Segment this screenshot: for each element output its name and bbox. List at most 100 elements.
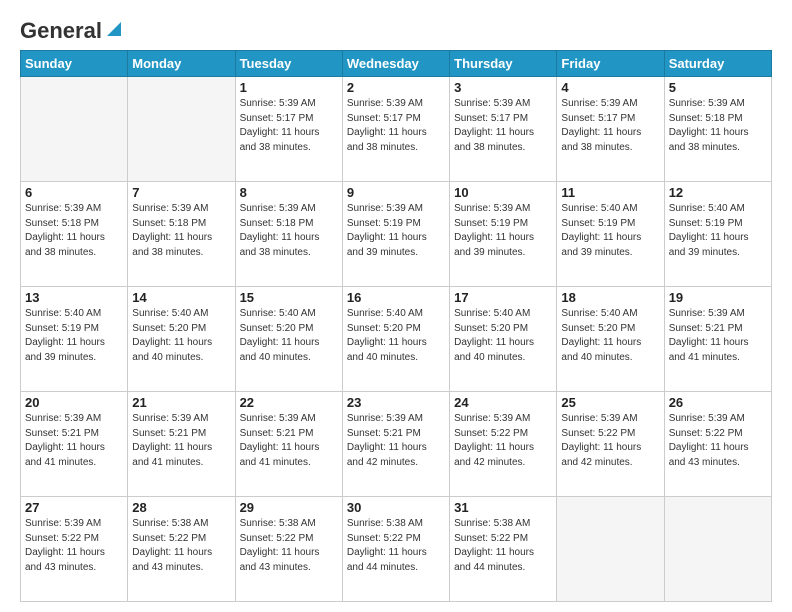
day-of-week-header: Friday — [557, 51, 664, 77]
day-number: 2 — [347, 80, 445, 95]
day-number: 15 — [240, 290, 338, 305]
day-number: 5 — [669, 80, 767, 95]
calendar-cell: 7Sunrise: 5:39 AM Sunset: 5:18 PM Daylig… — [128, 182, 235, 287]
day-of-week-header: Thursday — [450, 51, 557, 77]
day-info: Sunrise: 5:39 AM Sunset: 5:17 PM Dayligh… — [561, 97, 659, 155]
day-number: 3 — [454, 80, 552, 95]
calendar-cell: 12 Sunrise: 5:40 AM Sunset: 5:19 PM Dayli… — [664, 182, 771, 287]
day-number: 26 — [669, 395, 767, 410]
calendar-cell: 16Sunrise: 5:40 AM Sunset: 5:20 PM Dayli… — [342, 287, 449, 392]
day-number: 1 — [240, 80, 338, 95]
calendar-cell: 3Sunrise: 5:39 AM Sunset: 5:17 PM Daylig… — [450, 77, 557, 182]
calendar-cell: 29 Sunrise: 5:38 AM Sunset: 5:22 PM Dayli… — [235, 497, 342, 602]
calendar-cell: 20 Sunrise: 5:39 AM Sunset: 5:21 PM Dayli… — [21, 392, 128, 497]
day-info: Sunrise: 5:38 AM Sunset: 5:22 PM Dayligh… — [347, 517, 445, 575]
day-number: 14 — [132, 290, 230, 305]
day-number: 6 — [25, 185, 123, 200]
day-info: Sunrise: 5:39 AM Sunset: 5:19 PM Dayligh… — [347, 202, 445, 260]
day-number: 20 — [25, 395, 123, 410]
day-number: 17 — [454, 290, 552, 305]
calendar-table: SundayMondayTuesdayWednesdayThursdayFrid… — [20, 50, 772, 602]
day-number: 30 — [347, 500, 445, 515]
day-number: 4 — [561, 80, 659, 95]
day-info: Sunrise: 5:39 AM Sunset: 5:21 PM Dayligh… — [25, 412, 123, 470]
day-info: Sunrise: 5:38 AM Sunset: 5:22 PM Dayligh… — [132, 517, 230, 575]
day-number: 9 — [347, 185, 445, 200]
calendar-cell: 1Sunrise: 5:39 AM Sunset: 5:17 PM Daylig… — [235, 77, 342, 182]
day-number: 19 — [669, 290, 767, 305]
calendar-cell: 18Sunrise: 5:40 AM Sunset: 5:20 PM Dayli… — [557, 287, 664, 392]
calendar-cell: 23 Sunrise: 5:39 AM Sunset: 5:21 PM Dayli… — [342, 392, 449, 497]
day-number: 11 — [561, 185, 659, 200]
day-number: 22 — [240, 395, 338, 410]
calendar-week-row: 20 Sunrise: 5:39 AM Sunset: 5:21 PM Dayli… — [21, 392, 772, 497]
day-info: Sunrise: 5:38 AM Sunset: 5:22 PM Dayligh… — [454, 517, 552, 575]
day-number: 12 — [669, 185, 767, 200]
calendar-week-row: 27Sunrise: 5:39 AM Sunset: 5:22 PM Dayli… — [21, 497, 772, 602]
calendar-cell: 28 Sunrise: 5:38 AM Sunset: 5:22 PM Dayli… — [128, 497, 235, 602]
day-info: Sunrise: 5:39 AM Sunset: 5:18 PM Dayligh… — [669, 97, 767, 155]
day-of-week-header: Saturday — [664, 51, 771, 77]
calendar-cell: 15Sunrise: 5:40 AM Sunset: 5:20 PM Dayli… — [235, 287, 342, 392]
day-info: Sunrise: 5:39 AM Sunset: 5:18 PM Dayligh… — [240, 202, 338, 260]
calendar-cell: 9 Sunrise: 5:39 AM Sunset: 5:19 PM Daylig… — [342, 182, 449, 287]
day-info: Sunrise: 5:39 AM Sunset: 5:17 PM Dayligh… — [347, 97, 445, 155]
day-info: Sunrise: 5:40 AM Sunset: 5:20 PM Dayligh… — [561, 307, 659, 365]
calendar-cell: 22 Sunrise: 5:39 AM Sunset: 5:21 PM Dayli… — [235, 392, 342, 497]
day-of-week-header: Monday — [128, 51, 235, 77]
logo-general: General — [20, 18, 102, 44]
calendar-week-row: 1 Sunrise: 5:39 AM Sunset: 5:17 PM Daylig… — [21, 77, 772, 182]
day-number: 23 — [347, 395, 445, 410]
day-info: Sunrise: 5:39 AM Sunset: 5:21 PM Dayligh… — [347, 412, 445, 470]
header: General — [20, 18, 772, 40]
day-info: Sunrise: 5:38 AM Sunset: 5:22 PM Dayligh… — [240, 517, 338, 575]
logo-triangle-icon — [103, 20, 121, 38]
day-number: 29 — [240, 500, 338, 515]
calendar-cell: 8 Sunrise: 5:39 AM Sunset: 5:18 PM Daylig… — [235, 182, 342, 287]
day-info: Sunrise: 5:39 AM Sunset: 5:21 PM Dayligh… — [240, 412, 338, 470]
logo: General — [20, 18, 121, 40]
day-info: Sunrise: 5:39 AM Sunset: 5:21 PM Dayligh… — [669, 307, 767, 365]
calendar-cell: 14Sunrise: 5:40 AM Sunset: 5:20 PM Dayli… — [128, 287, 235, 392]
day-number: 28 — [132, 500, 230, 515]
calendar-cell: 31Sunrise: 5:38 AM Sunset: 5:22 PM Dayli… — [450, 497, 557, 602]
calendar-cell: 30 Sunrise: 5:38 AM Sunset: 5:22 PM Dayli… — [342, 497, 449, 602]
day-info: Sunrise: 5:39 AM Sunset: 5:19 PM Dayligh… — [454, 202, 552, 260]
calendar-cell: 13Sunrise: 5:40 AM Sunset: 5:19 PM Dayli… — [21, 287, 128, 392]
day-number: 10 — [454, 185, 552, 200]
calendar-cell — [128, 77, 235, 182]
calendar-cell — [557, 497, 664, 602]
calendar-cell — [21, 77, 128, 182]
calendar-cell: 25 Sunrise: 5:39 AM Sunset: 5:22 PM Dayli… — [557, 392, 664, 497]
calendar-week-row: 6 Sunrise: 5:39 AM Sunset: 5:18 PM Daylig… — [21, 182, 772, 287]
calendar-header-row: SundayMondayTuesdayWednesdayThursdayFrid… — [21, 51, 772, 77]
day-number: 27 — [25, 500, 123, 515]
day-info: Sunrise: 5:39 AM Sunset: 5:22 PM Dayligh… — [669, 412, 767, 470]
day-info: Sunrise: 5:40 AM Sunset: 5:19 PM Dayligh… — [25, 307, 123, 365]
calendar-cell: 6Sunrise: 5:39 AM Sunset: 5:18 PM Daylig… — [21, 182, 128, 287]
day-info: Sunrise: 5:39 AM Sunset: 5:21 PM Dayligh… — [132, 412, 230, 470]
day-number: 8 — [240, 185, 338, 200]
calendar-cell: 2 Sunrise: 5:39 AM Sunset: 5:17 PM Daylig… — [342, 77, 449, 182]
calendar-cell: 4 Sunrise: 5:39 AM Sunset: 5:17 PM Daylig… — [557, 77, 664, 182]
day-info: Sunrise: 5:40 AM Sunset: 5:19 PM Dayligh… — [561, 202, 659, 260]
calendar-cell: 26 Sunrise: 5:39 AM Sunset: 5:22 PM Dayli… — [664, 392, 771, 497]
page: General SundayMondayTuesdayWednesdayThur… — [0, 0, 792, 612]
calendar-cell: 19 Sunrise: 5:39 AM Sunset: 5:21 PM Dayli… — [664, 287, 771, 392]
day-number: 25 — [561, 395, 659, 410]
calendar-cell: 27Sunrise: 5:39 AM Sunset: 5:22 PM Dayli… — [21, 497, 128, 602]
day-of-week-header: Tuesday — [235, 51, 342, 77]
day-info: Sunrise: 5:39 AM Sunset: 5:22 PM Dayligh… — [561, 412, 659, 470]
calendar-cell: 21 Sunrise: 5:39 AM Sunset: 5:21 PM Dayli… — [128, 392, 235, 497]
calendar-cell: 24Sunrise: 5:39 AM Sunset: 5:22 PM Dayli… — [450, 392, 557, 497]
day-number: 21 — [132, 395, 230, 410]
day-of-week-header: Wednesday — [342, 51, 449, 77]
day-info: Sunrise: 5:40 AM Sunset: 5:20 PM Dayligh… — [347, 307, 445, 365]
calendar-cell: 10 Sunrise: 5:39 AM Sunset: 5:19 PM Dayli… — [450, 182, 557, 287]
calendar-cell: 5 Sunrise: 5:39 AM Sunset: 5:18 PM Daylig… — [664, 77, 771, 182]
day-number: 7 — [132, 185, 230, 200]
day-number: 24 — [454, 395, 552, 410]
calendar-week-row: 13Sunrise: 5:40 AM Sunset: 5:19 PM Dayli… — [21, 287, 772, 392]
day-info: Sunrise: 5:40 AM Sunset: 5:20 PM Dayligh… — [454, 307, 552, 365]
day-info: Sunrise: 5:40 AM Sunset: 5:19 PM Dayligh… — [669, 202, 767, 260]
